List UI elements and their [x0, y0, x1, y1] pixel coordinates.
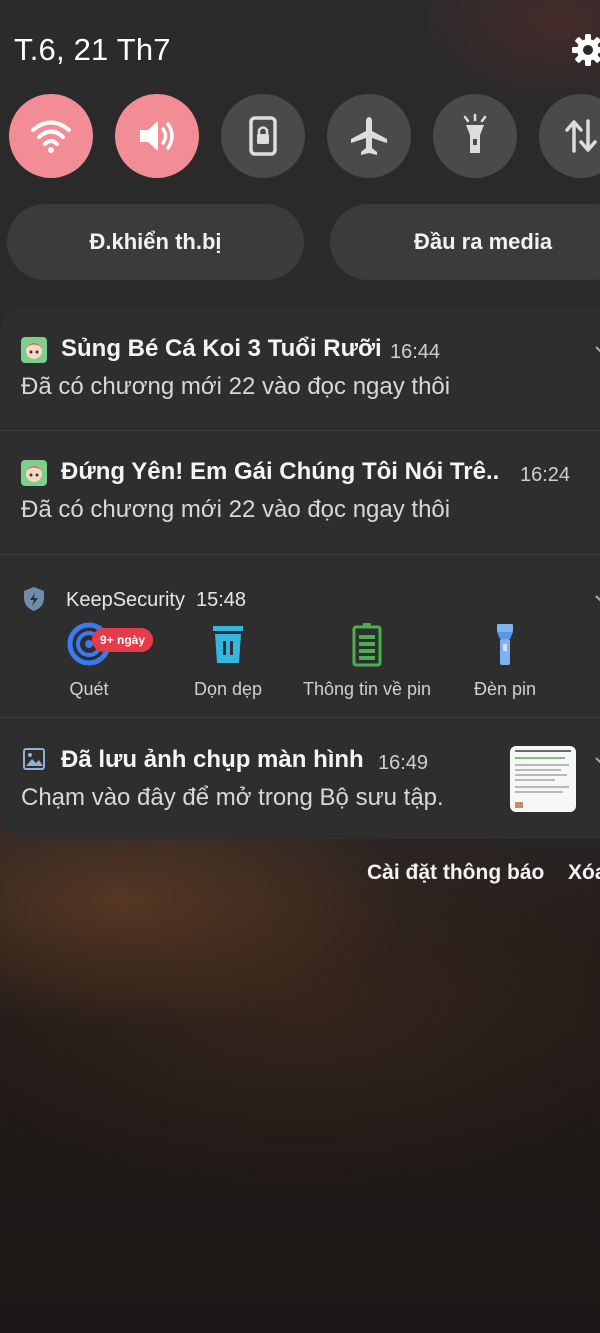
- notification-title: Đã lưu ảnh chụp màn hình: [61, 746, 364, 773]
- airplane-mode-toggle[interactable]: [327, 94, 411, 178]
- notification-time: 15:48: [196, 589, 247, 611]
- screenshot-thumbnail[interactable]: [510, 746, 576, 812]
- media-output-label: Đầu ra media: [414, 229, 553, 254]
- divider: [0, 554, 600, 555]
- cleanup-action[interactable]: Dọn dẹp: [158, 617, 298, 707]
- notification-time: 16:24: [520, 464, 571, 486]
- battery-info-action[interactable]: Thông tin về pin: [297, 617, 437, 707]
- gear-icon[interactable]: [570, 32, 600, 68]
- quick-settings-row: [0, 94, 600, 180]
- device-control-button[interactable]: Đ.khiển th.bị: [7, 204, 304, 280]
- chevron-down-icon[interactable]: [594, 754, 600, 768]
- rotation-lock-icon: [249, 116, 277, 156]
- flashlight-action[interactable]: Đèn pin: [435, 617, 575, 707]
- notification-body: Chạm vào đây để mở trong Bộ sưu tập.: [21, 784, 444, 811]
- wifi-icon: [31, 120, 71, 153]
- clear-all-button[interactable]: Xóa: [568, 861, 600, 885]
- battery-icon: [352, 623, 382, 667]
- flashlight-icon: [497, 624, 513, 665]
- comic-app-icon: [21, 460, 47, 486]
- mobile-data-icon: [565, 119, 597, 153]
- notification-settings-button[interactable]: Cài đặt thông báo: [367, 861, 544, 885]
- chevron-down-icon[interactable]: [594, 592, 600, 606]
- divider: [0, 430, 600, 431]
- notification-title: Sủng Bé Cá Koi 3 Tuổi Rưỡi: [61, 335, 382, 362]
- divider: [0, 717, 600, 718]
- notification-time: 16:49: [378, 752, 429, 774]
- airplane-icon: [351, 117, 387, 155]
- notification-body: Đã có chương mới 22 vào đọc ngay thôi: [21, 496, 451, 523]
- shield-icon: [24, 587, 44, 611]
- volume-icon: [140, 121, 174, 151]
- notification-body: Đã có chương mới 22 vào đọc ngay thôi: [21, 373, 451, 400]
- sound-toggle[interactable]: [115, 94, 199, 178]
- flashlight-toggle[interactable]: [433, 94, 517, 178]
- trash-icon: [213, 626, 243, 663]
- wifi-toggle[interactable]: [9, 94, 93, 178]
- comic-app-icon: [21, 337, 47, 363]
- action-label: Đèn pin: [473, 679, 537, 699]
- status-badge: 9+ ngày: [92, 628, 154, 652]
- notification-time: 16:44: [390, 341, 441, 363]
- action-label: Quét: [69, 679, 109, 699]
- mobile-data-toggle[interactable]: [539, 94, 600, 178]
- action-label: Thông tin về pin: [302, 679, 432, 699]
- chevron-down-icon[interactable]: [594, 343, 600, 357]
- flashlight-icon: [463, 113, 487, 153]
- media-output-button[interactable]: Đầu ra media: [330, 204, 600, 280]
- action-label: Dọn dẹp: [193, 679, 263, 699]
- rotation-lock-toggle[interactable]: [221, 94, 305, 178]
- image-icon: [23, 748, 45, 770]
- app-name: KeepSecurity: [66, 589, 185, 611]
- status-date: T.6, 21 Th7: [14, 32, 171, 67]
- notification-title: Đứng Yên! Em Gái Chúng Tôi Nói Trê..: [61, 458, 500, 485]
- device-control-label: Đ.khiển th.bị: [89, 229, 222, 254]
